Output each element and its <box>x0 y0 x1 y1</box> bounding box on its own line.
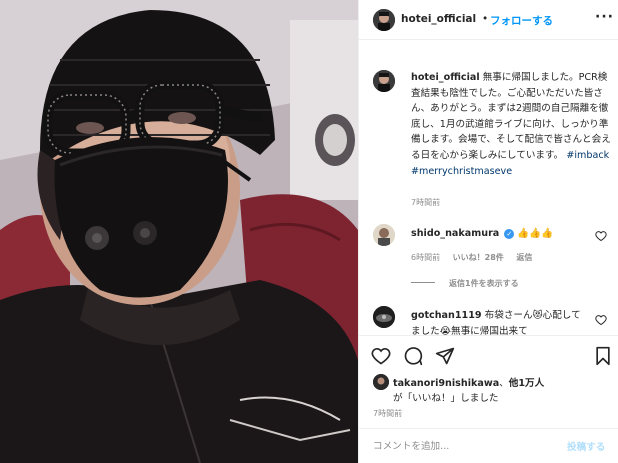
view-replies-label: 返信1件を表示する <box>449 279 519 288</box>
heart-icon[interactable] <box>371 346 391 366</box>
instagram-post-view: hotei_official • フォローする ··· hotei_offici… <box>0 0 618 463</box>
caption-avatar[interactable] <box>373 70 395 92</box>
author-avatar-image <box>373 9 395 31</box>
caption-username[interactable]: hotei_official <box>411 72 480 83</box>
likes-separator: 、 <box>499 378 509 389</box>
commenter-avatar[interactable] <box>373 224 395 246</box>
likes-line: takanori9nishikawa、他1万人 <box>393 375 544 389</box>
post-comment-button[interactable]: 投稿する <box>567 439 605 453</box>
commenter-username[interactable]: shido_nakamura <box>411 228 499 239</box>
comment-like-heart-icon[interactable] <box>595 314 607 326</box>
reply-button[interactable]: 返信 <box>516 253 532 262</box>
commenter-avatar[interactable] <box>373 306 395 328</box>
post-side-panel: hotei_official • フォローする ··· hotei_offici… <box>358 0 618 463</box>
author-avatar[interactable] <box>373 9 395 31</box>
post-action-bar <box>359 335 618 373</box>
comment-likes[interactable]: いいね！28件 <box>453 253 504 262</box>
comment-meta: 6時間前 いいね！28件 返信 <box>411 252 542 263</box>
post-header: hotei_official • フォローする ··· <box>359 0 618 40</box>
comment-like-heart-icon[interactable] <box>595 230 607 242</box>
likes-suffix: が「いいね！」しました <box>393 393 499 404</box>
author-username[interactable]: hotei_official <box>401 13 476 25</box>
liker-avatar[interactable] <box>373 374 389 390</box>
caption-timestamp: 7時間前 <box>411 198 441 207</box>
caption-avatar-image <box>373 70 395 92</box>
comment-icon[interactable] <box>403 346 423 366</box>
post-caption: hotei_official 無事に帰国しました。PCR検査結果も陰性でした。ご… <box>411 70 611 179</box>
more-options-icon[interactable]: ··· <box>595 9 614 25</box>
commenter-avatar-image <box>373 224 395 246</box>
post-photo[interactable] <box>0 0 358 463</box>
liker-username[interactable]: takanori9nishikawa <box>393 378 499 389</box>
commenter-username[interactable]: gotchan1119 <box>411 310 482 321</box>
comment-timestamp: 6時間前 <box>411 253 441 262</box>
follow-button[interactable]: フォローする <box>490 13 553 28</box>
view-replies-button[interactable]: 返信1件を表示する <box>411 278 519 289</box>
selfie-illustration <box>0 0 358 463</box>
separator-dot: • <box>482 13 489 25</box>
bookmark-icon[interactable] <box>593 346 613 366</box>
add-comment-bar: 投稿する <box>359 428 618 463</box>
verified-badge-icon: ✓ <box>504 229 515 239</box>
caption-text: 無事に帰国しました。PCR検査結果も陰性でした。ご心配いただいた皆さん、ありがと… <box>411 72 611 161</box>
replies-divider <box>411 282 435 283</box>
comment-text: 👍👍👍 <box>517 228 554 239</box>
likes-summary: takanori9nishikawa、他1万人 が「いいね！」しました <box>373 373 613 405</box>
likes-others-count[interactable]: 他1万人 <box>509 378 544 389</box>
post-timestamp: 7時間前 <box>373 409 403 418</box>
comment-input[interactable] <box>373 438 553 454</box>
comment-line: shido_nakamura ✓ 👍👍👍 <box>411 228 553 239</box>
commenter-avatar-image <box>373 306 395 328</box>
liker-avatar-image <box>373 374 389 390</box>
paper-plane-icon[interactable] <box>435 346 455 366</box>
